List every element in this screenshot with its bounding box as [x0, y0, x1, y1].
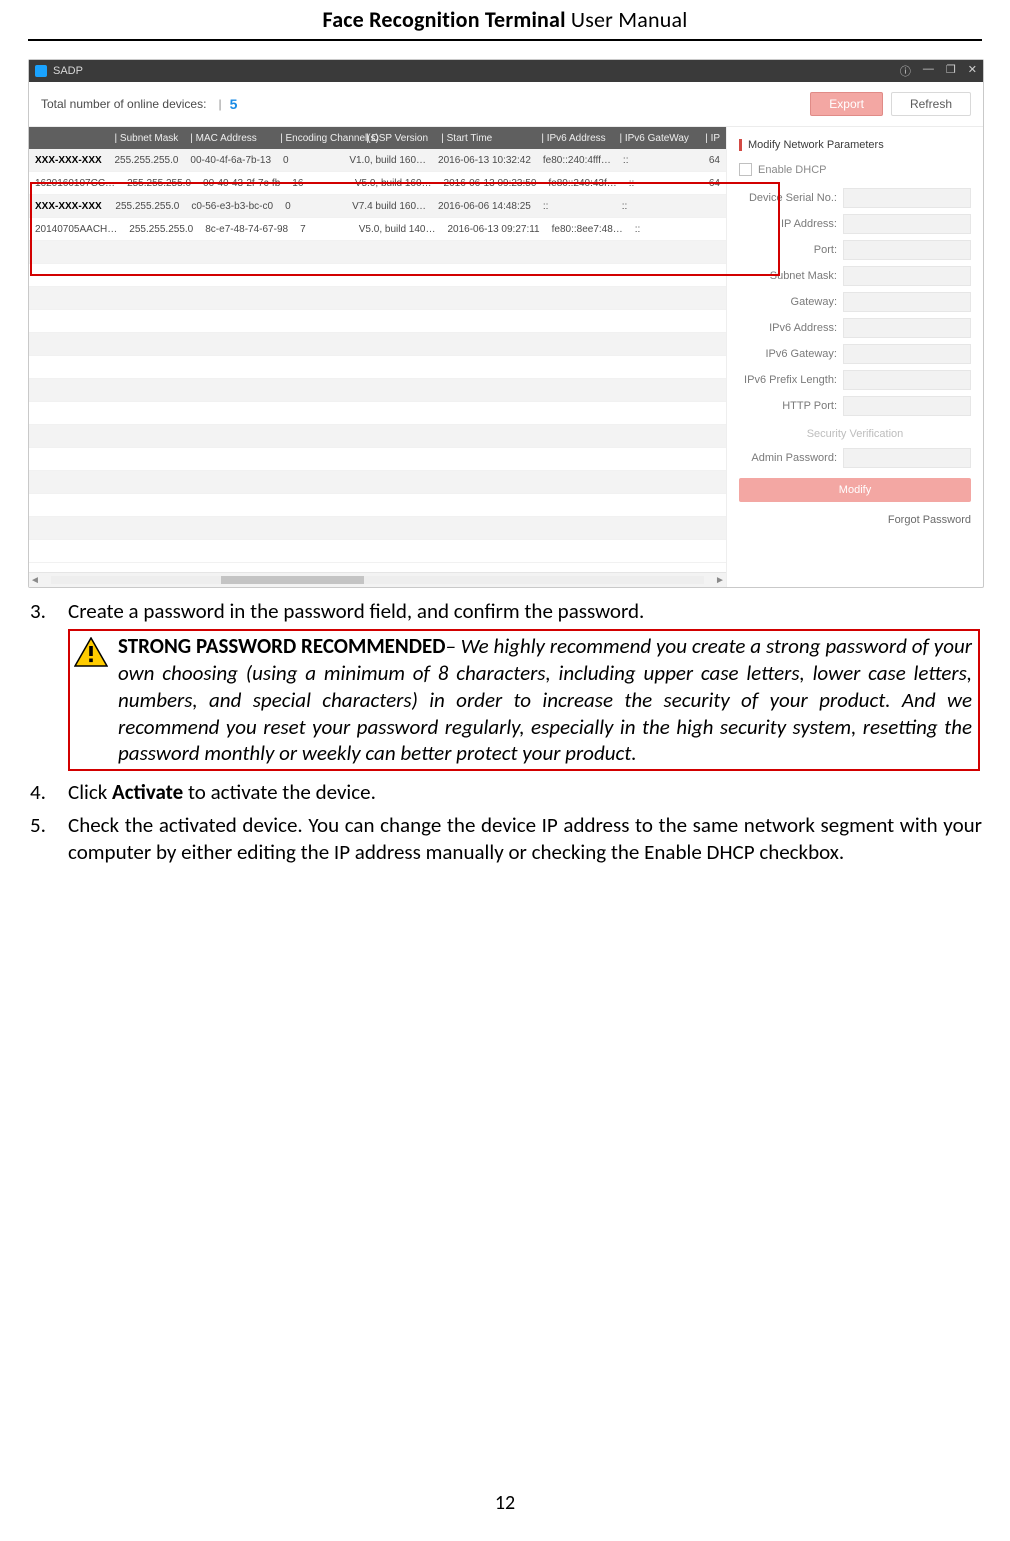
col-ipv6-address: | IPv6 Address — [535, 133, 613, 144]
http-port-input[interactable] — [843, 396, 971, 416]
col-encoding-channels: | Encoding Channel(s) — [274, 133, 360, 144]
header-plain: User Manual — [566, 6, 688, 33]
col-dsp-version: | DSP Version — [360, 133, 435, 144]
step-3: 3. Create a password in the password fie… — [30, 598, 982, 625]
warning-icon — [74, 637, 108, 667]
ipv6-input[interactable] — [843, 318, 971, 338]
table-row-empty — [29, 310, 726, 333]
device-table: | Subnet Mask | MAC Address | Encoding C… — [29, 127, 726, 587]
modify-button[interactable]: Modify — [739, 478, 971, 502]
table-row-empty — [29, 494, 726, 517]
admin-password-input[interactable] — [843, 448, 971, 468]
panel-title-bar-icon — [739, 139, 742, 151]
serial-input[interactable] — [843, 188, 971, 208]
maximize-icon[interactable]: ❐ — [946, 63, 956, 79]
ip-input[interactable] — [843, 214, 971, 234]
device-count-label: Total number of online devices: — [41, 97, 206, 111]
table-row-empty — [29, 517, 726, 540]
label-serial: Device Serial No.: — [739, 192, 837, 204]
label-ip: IP Address: — [739, 218, 837, 230]
step-5: 5. Check the activated device. You can c… — [30, 812, 982, 866]
page-number: 12 — [0, 1491, 1010, 1515]
scroll-left-icon[interactable]: ◄ — [29, 575, 41, 586]
col-ip: | IP — [695, 133, 726, 144]
label-port: Port: — [739, 244, 837, 256]
table-row-empty — [29, 287, 726, 310]
table-row-empty — [29, 379, 726, 402]
password-warning-box: STRONG PASSWORD RECOMMENDED– We highly r… — [68, 629, 980, 771]
col-ipv6-gateway: | IPv6 GateWay — [613, 133, 694, 144]
window-controls: ⓘ — ❐ ✕ — [900, 63, 977, 79]
header-bold: Face Recognition Terminal — [323, 6, 566, 33]
label-ipv6: IPv6 Address: — [739, 322, 837, 334]
app-title: SADP — [53, 65, 83, 77]
label-http-port: HTTP Port: — [739, 400, 837, 412]
ipv6-len-input[interactable] — [843, 370, 971, 390]
table-row-empty — [29, 356, 726, 379]
table-row-empty — [29, 241, 726, 264]
label-gateway: Gateway: — [739, 296, 837, 308]
table-row-empty — [29, 448, 726, 471]
toolbar: Total number of online devices: | 5 Expo… — [29, 82, 983, 127]
step-4: 4. Click Activate to activate the device… — [30, 779, 982, 806]
label-ipv6-gw: IPv6 Gateway: — [739, 348, 837, 360]
export-button[interactable]: Export — [810, 92, 883, 116]
table-row[interactable]: 1620160107CC…255.255.255.000-40-43-2f-7c… — [29, 172, 726, 195]
table-row-empty — [29, 333, 726, 356]
modify-network-panel: Modify Network Parameters Enable DHCP De… — [726, 127, 983, 587]
table-row-empty — [29, 471, 726, 494]
col-mac-address: | MAC Address — [184, 133, 274, 144]
scroll-thumb[interactable] — [221, 576, 365, 584]
table-header: | Subnet Mask | MAC Address | Encoding C… — [29, 127, 726, 149]
close-icon[interactable]: ✕ — [968, 63, 977, 79]
device-count-value: 5 — [230, 96, 238, 112]
table-row[interactable]: XXX-XXX-XXX255.255.255.0c0-56-e3-b3-bc-c… — [29, 195, 726, 218]
scroll-right-icon[interactable]: ► — [714, 575, 726, 586]
label-mask: Subnet Mask: — [739, 270, 837, 282]
page-header: Face Recognition Terminal User Manual — [28, 6, 982, 41]
warning-lead: STRONG PASSWORD RECOMMENDED — [118, 633, 445, 659]
sadp-app-window: SADP ⓘ — ❐ ✕ Total number of online devi… — [28, 59, 984, 588]
security-verification-label: Security Verification — [739, 428, 971, 440]
table-row-empty — [29, 540, 726, 563]
mask-input[interactable] — [843, 266, 971, 286]
gateway-input[interactable] — [843, 292, 971, 312]
label-admin-pw: Admin Password: — [739, 452, 837, 464]
info-icon[interactable]: ⓘ — [900, 63, 911, 79]
table-row-empty — [29, 264, 726, 287]
ipv6-gw-input[interactable] — [843, 344, 971, 364]
table-row[interactable]: XXX-XXX-XXX255.255.255.000-40-4f-6a-7b-1… — [29, 149, 726, 172]
horizontal-scrollbar[interactable]: ◄ ► — [29, 572, 726, 587]
label-ipv6-len: IPv6 Prefix Length: — [739, 374, 837, 386]
panel-title: Modify Network Parameters — [739, 139, 971, 151]
col-start-time: | Start Time — [435, 133, 535, 144]
manual-body: 3. Create a password in the password fie… — [28, 598, 982, 866]
refresh-button[interactable]: Refresh — [891, 92, 971, 116]
app-logo-icon — [35, 65, 47, 77]
minimize-icon[interactable]: — — [923, 63, 934, 79]
table-row[interactable]: 20140705AACH…255.255.255.08c-e7-48-74-67… — [29, 218, 726, 241]
table-row-empty — [29, 425, 726, 448]
forgot-password-link[interactable]: Forgot Password — [739, 514, 971, 526]
checkbox-icon — [739, 163, 752, 176]
col-subnet-mask: | Subnet Mask — [109, 133, 185, 144]
titlebar: SADP ⓘ — ❐ ✕ — [29, 60, 983, 82]
table-row-empty — [29, 402, 726, 425]
enable-dhcp-checkbox[interactable]: Enable DHCP — [739, 163, 971, 176]
port-input[interactable] — [843, 240, 971, 260]
